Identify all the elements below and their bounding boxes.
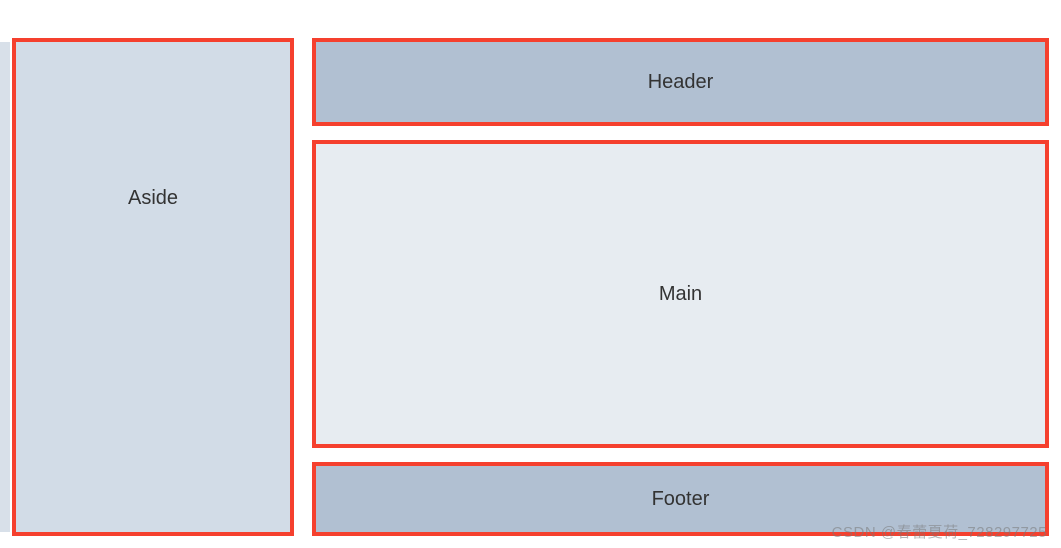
main-label: Main [659, 283, 702, 306]
header-label: Header [648, 71, 714, 94]
right-column: Header Main Footer [312, 38, 1049, 536]
main-panel: Main [312, 140, 1049, 448]
watermark-text: CSDN @春蕾夏荷_728297725 [832, 521, 1047, 542]
layout-container: Aside Header Main Footer [0, 0, 1061, 548]
header-panel: Header [312, 38, 1049, 126]
aside-panel: Aside [12, 38, 294, 536]
left-edge-strip [0, 42, 10, 532]
footer-label: Footer [652, 488, 710, 511]
aside-label: Aside [128, 187, 178, 210]
